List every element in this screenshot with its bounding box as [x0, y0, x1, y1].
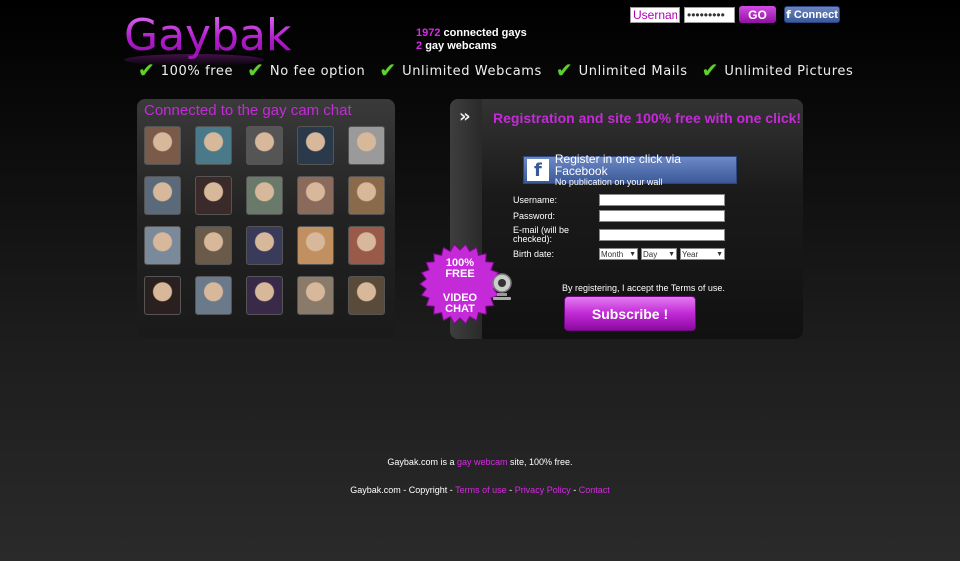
user-avatar[interactable]: [246, 226, 283, 265]
birth-year-select[interactable]: Year ▼: [680, 248, 725, 260]
separator: -: [509, 485, 513, 495]
go-button[interactable]: GO: [739, 6, 776, 23]
feature-label: Unlimited Pictures: [724, 63, 854, 79]
checkmark-icon: ✔: [247, 60, 264, 82]
double-chevron-icon: »: [459, 106, 471, 127]
user-avatar[interactable]: [297, 176, 334, 215]
cam-panel-title: Connected to the gay cam chat: [144, 102, 352, 119]
reg-email-input[interactable]: [599, 229, 725, 241]
feature-item: ✔ No fee option: [247, 60, 366, 82]
user-avatar[interactable]: [246, 126, 283, 165]
copyright-text: Gaybak.com - Copyright -: [350, 485, 453, 495]
user-avatar[interactable]: [195, 126, 232, 165]
checkmark-icon: ✔: [555, 60, 573, 82]
user-avatar[interactable]: [348, 276, 385, 315]
footer-links: Gaybak.com - Copyright - Terms of use - …: [0, 485, 960, 495]
email-label: E-mail (will be checked):: [513, 226, 599, 244]
checkmark-icon: ✔: [379, 60, 397, 82]
birth-date-label: Birth date:: [513, 248, 555, 259]
online-stats: 1972 connected gays 2 gay webcams: [416, 27, 527, 53]
feature-label: 100% free: [160, 63, 234, 79]
day-value: Day: [643, 249, 658, 259]
user-avatar[interactable]: [297, 276, 334, 315]
user-avatar[interactable]: [144, 176, 181, 215]
user-avatar[interactable]: [246, 276, 283, 315]
chevron-down-icon: ▼: [716, 250, 723, 258]
chevron-down-icon: ▼: [629, 250, 636, 258]
subscribe-button[interactable]: Subscribe !: [564, 296, 696, 331]
reg-password-input[interactable]: [599, 210, 725, 222]
user-avatar[interactable]: [246, 176, 283, 215]
user-avatar[interactable]: [348, 176, 385, 215]
feature-item: ✔ 100% free: [138, 60, 234, 82]
terms-acceptance-text: By registering, I accept the Terms of us…: [562, 283, 725, 293]
registration-title: Registration and site 100% free with one…: [493, 110, 802, 126]
contact-link[interactable]: Contact: [579, 485, 610, 495]
connected-label: connected gays: [443, 27, 527, 39]
webcam-label: gay webcams: [425, 40, 497, 52]
badge-line4: CHAT: [445, 303, 475, 315]
user-avatar[interactable]: [144, 226, 181, 265]
feature-item: ✔ Unlimited Mails: [555, 60, 688, 82]
footer-tagline: Gaybak.com is a gay webcam site, 100% fr…: [0, 457, 960, 467]
feature-label: Unlimited Webcams: [402, 63, 542, 79]
facebook-connect-label: Connect: [793, 8, 838, 21]
feature-list: ✔ 100% free ✔ No fee option ✔ Unlimited Web…: [138, 60, 867, 82]
connected-count: 1972: [416, 27, 441, 39]
checkmark-icon: ✔: [138, 60, 155, 82]
facebook-register-button[interactable]: f Register in one click via Facebook No …: [523, 152, 737, 187]
email-label-line2: checked):: [513, 234, 553, 244]
user-avatar[interactable]: [348, 126, 385, 165]
checkmark-icon: ✔: [701, 60, 719, 82]
user-avatar[interactable]: [195, 226, 232, 265]
webcam-count: 2: [416, 40, 423, 52]
password-input[interactable]: [684, 6, 735, 23]
feature-label: No fee option: [269, 63, 366, 79]
username-label: Username:: [513, 194, 558, 205]
registration-panel: » Registration and site 100% free with o…: [450, 99, 803, 339]
month-value: Month: [601, 249, 624, 259]
feature-item: ✔ Unlimited Pictures: [701, 60, 854, 82]
separator: -: [573, 485, 577, 495]
user-avatar[interactable]: [144, 126, 181, 165]
username-input[interactable]: [630, 6, 680, 23]
user-avatar[interactable]: [297, 226, 334, 265]
user-avatar[interactable]: [195, 176, 232, 215]
facebook-connect-button[interactable]: f Connect: [784, 6, 840, 23]
privacy-link[interactable]: Privacy Policy: [515, 485, 571, 495]
birth-day-select[interactable]: Day ▼: [641, 248, 677, 260]
reg-username-input[interactable]: [599, 194, 725, 206]
user-avatar[interactable]: [297, 126, 334, 165]
registration-form: Username: Password: E-mail (will be check…: [513, 194, 728, 264]
fb-register-line2: No publication on your wall: [554, 177, 663, 187]
cam-chat-panel: Connected to the gay cam chat: [137, 99, 395, 338]
gay-webcam-link[interactable]: gay webcam: [457, 457, 508, 467]
facebook-icon: f: [527, 159, 549, 181]
user-avatar[interactable]: [195, 276, 232, 315]
webcam-icon: [492, 273, 512, 300]
fb-register-line1: Register in one click via Facebook: [554, 152, 681, 178]
footer-tagline-pre: Gaybak.com is a: [387, 457, 455, 467]
feature-item: ✔ Unlimited Webcams: [379, 60, 542, 82]
chevron-down-icon: ▼: [668, 250, 675, 258]
facebook-icon: f: [786, 8, 791, 21]
footer-tagline-post: site, 100% free.: [510, 457, 573, 467]
year-value: Year: [682, 249, 699, 259]
birth-month-select[interactable]: Month ▼: [599, 248, 638, 260]
terms-link[interactable]: Terms of use: [455, 485, 507, 495]
password-label: Password:: [513, 210, 556, 221]
feature-label: Unlimited Mails: [578, 63, 688, 79]
user-avatar[interactable]: [144, 276, 181, 315]
login-bar: GO f Connect: [630, 6, 840, 23]
user-avatar[interactable]: [348, 226, 385, 265]
avatar-grid: [144, 126, 385, 315]
